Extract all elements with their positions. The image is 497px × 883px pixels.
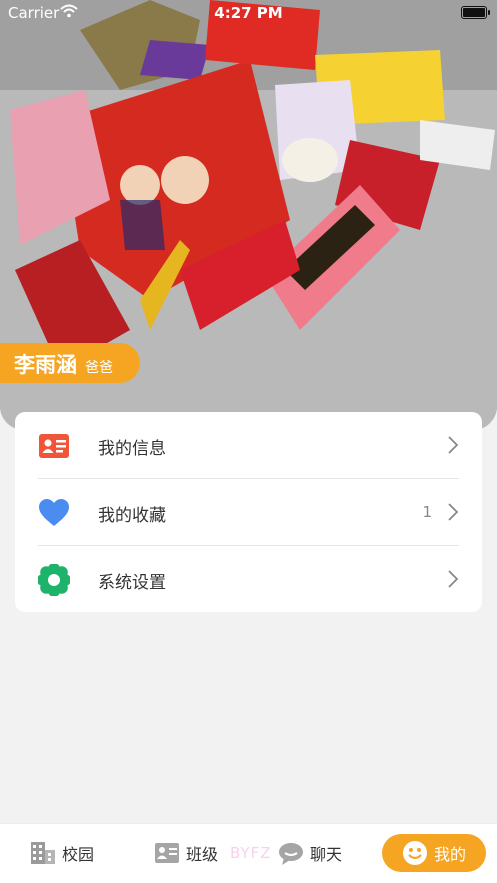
chevron-right-icon [446, 434, 460, 456]
tab-chat[interactable]: 聊天 [278, 834, 342, 872]
menu-card: 我的信息 我的收藏 1 系统设置 [15, 412, 482, 612]
profile-name: 李雨涵 [14, 353, 77, 377]
smiley-face-icon [402, 840, 428, 866]
id-card-icon [38, 430, 70, 462]
tab-campus[interactable]: 校园 [30, 834, 94, 872]
favorites-count: 1 [422, 503, 432, 521]
menu-item-my-favorites[interactable]: 我的收藏 1 [15, 479, 482, 545]
profile-name-tag[interactable]: 李雨涵 爸爸 [0, 343, 140, 383]
heart-icon [38, 497, 70, 529]
menu-item-system-settings[interactable]: 系统设置 [15, 546, 482, 612]
status-time: 4:27 PM [214, 4, 283, 22]
status-bar: Carrier 4:27 PM [0, 0, 497, 26]
battery-icon [461, 6, 490, 19]
chevron-right-icon [446, 501, 460, 523]
tab-label: 班级 [186, 845, 219, 864]
campus-building-icon [30, 840, 56, 866]
menu-item-label: 系统设置 [98, 573, 166, 593]
tab-class[interactable]: 班级 [154, 834, 218, 872]
settings-flower-icon [37, 563, 71, 597]
tab-label: 我的 [434, 845, 467, 864]
chevron-right-icon [446, 568, 460, 590]
menu-item-label: 我的信息 [98, 439, 166, 459]
watermark: BYFZ [230, 844, 272, 862]
menu-item-my-info[interactable]: 我的信息 [15, 412, 482, 478]
tab-label: 聊天 [310, 845, 343, 864]
tab-mine[interactable]: 我的 [382, 834, 487, 872]
tab-label: 校园 [62, 845, 95, 864]
class-icon [154, 840, 180, 866]
chat-bubble-icon [278, 840, 304, 866]
bottom-tab-bar: 校园 班级 聊天 我的 BYFZ [0, 823, 497, 883]
menu-item-label: 我的收藏 [98, 506, 166, 526]
profile-role: 爸爸 [85, 360, 113, 376]
